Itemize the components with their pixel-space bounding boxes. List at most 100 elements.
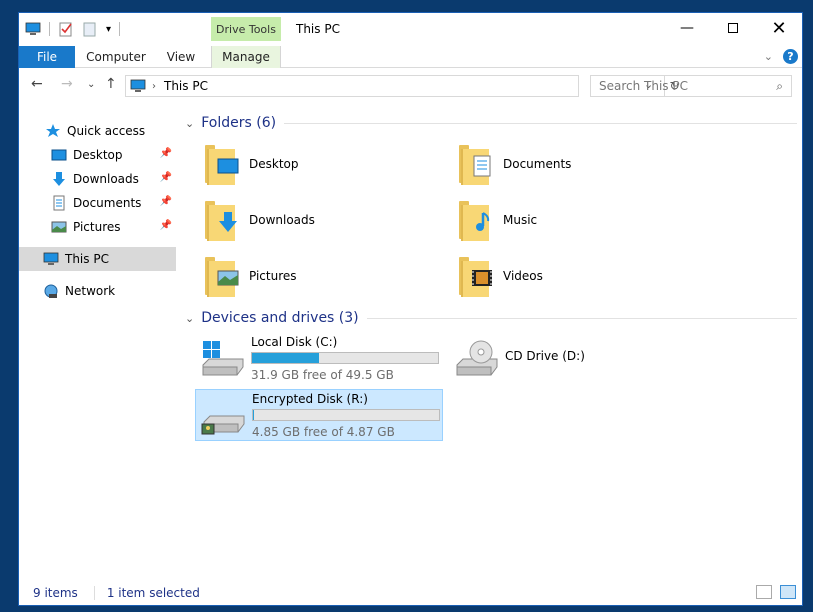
folders-group-header[interactable]: ⌄ Folders (6) — [185, 115, 797, 131]
sidebar-item-documents[interactable]: Documents 📌 — [19, 191, 176, 215]
sidebar-item-label: Downloads — [73, 172, 139, 186]
details-view-icon[interactable] — [756, 585, 772, 599]
search-icon[interactable]: ⌕ — [776, 79, 783, 94]
pictures-folder-icon — [203, 255, 239, 297]
sidebar-item-downloads[interactable]: Downloads 📌 — [19, 167, 176, 191]
folder-tile-videos[interactable]: Videos — [457, 251, 697, 301]
drive-tile-encrypted-disk-r[interactable]: Encrypted Disk (R:) 4.85 GB free of 4.87… — [195, 389, 443, 441]
folder-tile-documents[interactable]: Documents — [457, 139, 697, 189]
computer-icon — [43, 252, 59, 265]
ribbon-tabs: File Computer View Manage ⌄ ? — [19, 46, 802, 68]
sidebar-item-label: This PC — [65, 252, 109, 266]
folder-label: Videos — [503, 269, 543, 283]
item-count: 9 items — [33, 586, 78, 600]
navigation-pane: Quick access Desktop 📌 Downloads 📌 Docum… — [19, 109, 176, 579]
pin-icon[interactable]: 📌 — [160, 172, 172, 183]
documents-icon — [53, 195, 65, 211]
sidebar-item-label: Network — [65, 284, 116, 298]
music-folder-icon — [457, 199, 493, 241]
breadcrumb-this-pc[interactable]: This PC — [164, 79, 208, 93]
desktop-folder-icon — [203, 143, 239, 185]
new-folder-icon[interactable] — [82, 21, 98, 37]
recent-locations-chevron-icon[interactable]: ⌄ — [87, 79, 95, 90]
drive-free-space: 4.85 GB free of 4.87 GB — [252, 425, 395, 439]
customize-toolbar-chevron-icon[interactable]: ▾ — [106, 24, 111, 35]
up-arrow-icon[interactable]: ↑ — [105, 76, 117, 92]
folder-label: Pictures — [249, 269, 297, 283]
content-pane: ⌄ Folders (6) Desktop Documents Download… — [185, 109, 797, 579]
maximize-icon[interactable] — [710, 13, 756, 43]
search-placeholder: Search This PC — [599, 79, 688, 93]
search-input[interactable]: Search This PC ⌕ — [590, 75, 792, 97]
tab-view[interactable]: View — [157, 46, 205, 68]
drive-free-space: 31.9 GB free of 49.5 GB — [251, 368, 394, 382]
sidebar-item-this-pc[interactable]: This PC — [19, 247, 176, 271]
collapse-chevron-icon[interactable]: ⌄ — [185, 117, 194, 130]
sidebar-item-pictures[interactable]: Pictures 📌 — [19, 215, 176, 239]
toolbar-separator — [49, 22, 50, 36]
properties-icon[interactable] — [58, 21, 74, 37]
group-divider — [366, 317, 797, 319]
sidebar-item-label: Documents — [73, 196, 142, 210]
large-icons-view-icon[interactable] — [780, 585, 796, 599]
pictures-icon — [51, 221, 67, 233]
tab-file[interactable]: File — [19, 46, 75, 68]
pin-icon[interactable]: 📌 — [160, 148, 172, 159]
sidebar-item-label: Pictures — [73, 220, 121, 234]
folder-label: Documents — [503, 157, 572, 171]
status-bar: 9 items 1 item selected — [19, 581, 802, 605]
encrypted-drive-icon — [201, 415, 245, 435]
folder-label: Music — [503, 213, 538, 227]
folder-tile-desktop[interactable]: Desktop — [203, 139, 443, 189]
drive-tools-context-label: Drive Tools — [211, 17, 281, 41]
sidebar-item-label: Desktop — [73, 148, 123, 162]
sidebar-item-network[interactable]: Network — [19, 279, 176, 303]
forward-arrow-icon[interactable]: → — [61, 76, 73, 92]
drive-tile-local-disk-c[interactable]: Local Disk (C:) 31.9 GB free of 49.5 GB — [195, 333, 443, 385]
tab-manage[interactable]: Manage — [211, 46, 281, 68]
close-icon[interactable]: ✕ — [756, 13, 802, 43]
expand-ribbon-chevron-icon[interactable]: ⌄ — [764, 50, 773, 63]
folder-label: Desktop — [249, 157, 299, 171]
folder-tile-pictures[interactable]: Pictures — [203, 251, 443, 301]
help-icon[interactable]: ? — [783, 49, 798, 64]
sidebar-item-label: Quick access — [67, 124, 146, 138]
selection-count: 1 item selected — [93, 586, 200, 600]
drive-name: CD Drive (D:) — [505, 349, 585, 363]
back-arrow-icon[interactable]: ← — [31, 76, 43, 92]
toolbar-separator — [119, 22, 121, 36]
network-icon — [44, 284, 58, 298]
computer-icon — [130, 79, 146, 92]
folders-group-title: Folders (6) — [201, 115, 277, 131]
title-bar: ▾ Drive Tools This PC — ✕ — [19, 13, 802, 46]
drive-tile-cd-drive-d[interactable]: CD Drive (D:) — [449, 333, 697, 385]
drive-usage-fill — [252, 353, 319, 363]
minimize-icon[interactable]: — — [664, 13, 710, 43]
desktop-icon — [51, 149, 67, 161]
cd-drive-icon — [456, 340, 498, 376]
devices-group-header[interactable]: ⌄ Devices and drives (3) — [185, 310, 797, 326]
collapse-chevron-icon[interactable]: ⌄ — [185, 312, 194, 325]
folder-tile-music[interactable]: Music — [457, 195, 697, 245]
sidebar-item-desktop[interactable]: Desktop 📌 — [19, 143, 176, 167]
drive-usage-bar — [252, 409, 440, 421]
drive-usage-fill — [253, 410, 254, 420]
windows-drive-icon — [202, 341, 244, 376]
computer-icon[interactable] — [25, 21, 41, 37]
pin-icon[interactable]: 📌 — [160, 196, 172, 207]
ribbon-right-controls: ⌄ ? — [764, 49, 798, 64]
sidebar-item-quick-access[interactable]: Quick access — [19, 119, 176, 143]
star-icon — [46, 124, 60, 137]
drive-name: Encrypted Disk (R:) — [252, 392, 368, 406]
address-row: ← → ⌄ ↑ › This PC ⌄ ↻ Search This PC ⌕ — [19, 69, 802, 101]
download-arrow-icon — [53, 172, 65, 186]
tab-computer[interactable]: Computer — [81, 46, 151, 68]
breadcrumb-separator-icon[interactable]: › — [152, 81, 156, 92]
drive-usage-bar — [251, 352, 439, 364]
folder-tile-downloads[interactable]: Downloads — [203, 195, 443, 245]
address-bar[interactable]: › This PC ⌄ ↻ — [125, 75, 680, 97]
group-divider — [284, 122, 797, 124]
pin-icon[interactable]: 📌 — [160, 220, 172, 231]
window-controls: — ✕ — [664, 13, 802, 43]
folder-label: Downloads — [249, 213, 315, 227]
